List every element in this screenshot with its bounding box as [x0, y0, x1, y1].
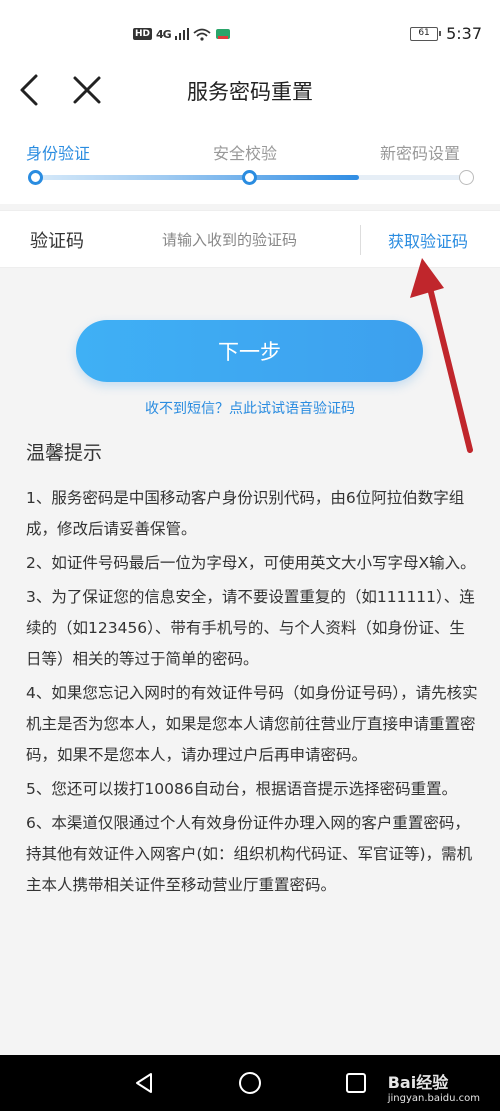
status-indicators: HD 4G: [133, 27, 231, 41]
verification-code-input[interactable]: [148, 225, 348, 255]
watermark-url: jingyan.baidu.com: [387, 1093, 480, 1104]
step-progress: 身份验证 安全校验 新密码设置: [0, 122, 500, 204]
divider: [360, 225, 361, 255]
step-label-new-password: 新密码设置: [380, 144, 461, 163]
wifi-icon: [193, 28, 211, 41]
app-notification-icon: [215, 29, 230, 39]
network-type: 4G: [156, 27, 172, 41]
system-nav-bar: Bai经验 jingyan.baidu.com: [0, 1055, 500, 1111]
page-title: 服务密码重置: [187, 80, 313, 104]
tip-item: 1、服务密码是中国移动客户身份识别代码，由6位阿拉伯数字组成，修改后请妥善保管。: [26, 489, 465, 538]
signal-icon: [174, 28, 189, 40]
tips-section: 温馨提示 1、服务密码是中国移动客户身份识别代码，由6位阿拉伯数字组成，修改后请…: [26, 438, 478, 904]
step-dot-new-password: [459, 170, 474, 185]
tip-item: 2、如证件号码最后一位为字母X，可使用英文大小写字母X输入。: [26, 554, 476, 572]
voice-code-link[interactable]: 收不到短信？点此试试语音验证码: [0, 398, 500, 418]
progress-fill: [36, 175, 359, 180]
clock: 5:37: [446, 24, 482, 43]
step-dot-identity: [28, 170, 43, 185]
nav-bar: 服务密码重置: [0, 60, 500, 122]
back-triangle-icon[interactable]: [132, 1071, 156, 1095]
tip-item: 5、您还可以拨打10086自动台，根据语音提示选择密码重置。: [26, 780, 458, 798]
verification-code-label: 验证码: [30, 231, 84, 252]
hd-badge: HD: [133, 28, 153, 40]
step-dot-security: [242, 170, 257, 185]
tip-item: 4、如果您忘记入网时的有效证件号码（如身份证号码），请先核实机主是否为您本人，如…: [26, 684, 478, 764]
tip-item: 6、本渠道仅限通过个人有效身份证件办理入网的客户重置密码，持其他有效证件入网客户…: [26, 814, 473, 894]
next-step-button[interactable]: 下一步: [76, 320, 423, 382]
recents-square-icon[interactable]: [344, 1071, 368, 1095]
step-label-identity: 身份验证: [26, 144, 91, 163]
step-label-security: 安全校验: [213, 144, 278, 163]
tip-item: 3、为了保证您的信息安全，请不要设置重复的（如111111）、连续的（如1234…: [26, 588, 475, 668]
status-right: 61 5:37: [410, 24, 482, 43]
battery-icon: 61: [410, 26, 442, 41]
status-bar: HD 4G 61 5:37: [0, 0, 500, 60]
watermark-logo: Bai经验 jingyan.baidu.com: [388, 1069, 480, 1104]
get-code-button[interactable]: 获取验证码: [388, 228, 468, 252]
tips-title: 温馨提示: [26, 442, 103, 464]
watermark-brand: Bai经验: [387, 1073, 449, 1092]
home-circle-icon[interactable]: [238, 1071, 262, 1095]
